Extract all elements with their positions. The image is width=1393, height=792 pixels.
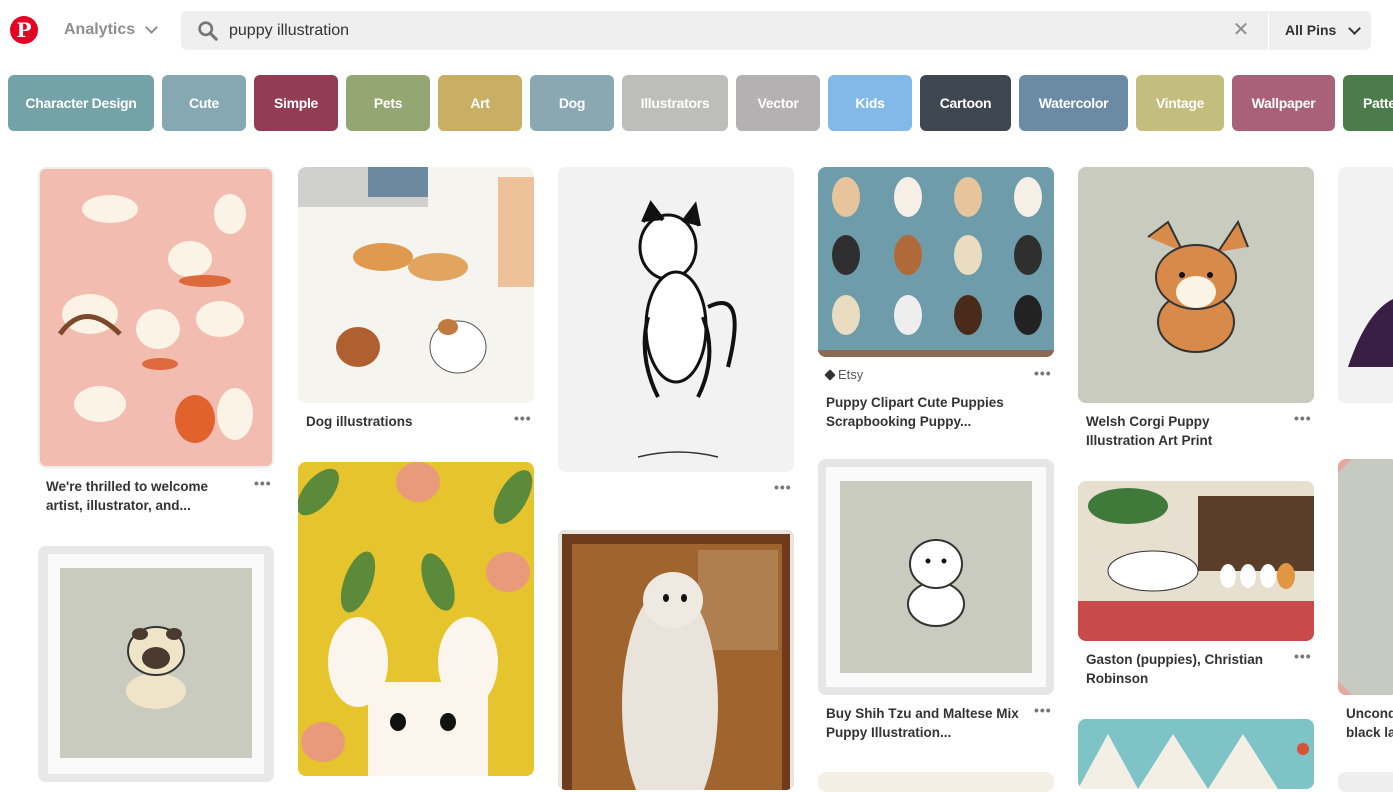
guide-chip[interactable]: Cute [162, 75, 246, 131]
more-options-icon[interactable]: ••• [1034, 365, 1052, 381]
tag-icon [824, 368, 836, 381]
source-label: Etsy [838, 367, 864, 382]
more-options-icon[interactable]: ••• [1294, 648, 1312, 664]
pin-image[interactable] [818, 459, 1054, 695]
more-options-icon[interactable]: ••• [1034, 702, 1052, 718]
all-pins-dropdown[interactable]: All Pins [1285, 11, 1362, 50]
mountain-illustration [1078, 719, 1314, 789]
pin-image[interactable] [1078, 167, 1314, 403]
pin-image[interactable] [1078, 481, 1314, 641]
pin-image[interactable] [1338, 459, 1393, 695]
search-icon [198, 21, 218, 41]
guide-chip[interactable]: Wallpaper [1232, 75, 1335, 131]
pin-image[interactable] [298, 167, 534, 403]
pin-title[interactable]: We're thrilled to welcome artist, illust… [46, 477, 241, 515]
poodle-puppies-painting [1078, 481, 1314, 641]
guide-chip[interactable]: Dog [530, 75, 614, 131]
pin-image[interactable] [1338, 167, 1393, 403]
guide-chip[interactable]: Vector [736, 75, 820, 131]
ghost-creature-painting [558, 530, 794, 790]
pin-image[interactable] [558, 167, 794, 472]
guide-chip[interactable]: Pets [346, 75, 430, 131]
guide-chip[interactable]: Vintage [1136, 75, 1224, 131]
corgi-illustration [1078, 167, 1314, 403]
pug-illustration [48, 554, 264, 774]
partial-illustration [1338, 459, 1393, 695]
pin-title[interactable]: Welsh Corgi Puppy Illustration Art Print [1086, 412, 1281, 450]
clear-search-icon[interactable]: ✕ [1231, 20, 1251, 40]
search-guides: Character Design Cute Simple Pets Art Do… [8, 75, 1393, 131]
pin-image[interactable] [38, 546, 274, 782]
more-options-icon[interactable]: ••• [1294, 410, 1312, 426]
guide-chip[interactable]: Illustrators [622, 75, 728, 131]
guide-chip[interactable]: Cartoon [920, 75, 1011, 131]
guide-chip[interactable]: Watercolor [1019, 75, 1128, 131]
pin-title[interactable]: Puppy Clipart Cute Puppies Scrapbooking … [826, 393, 1021, 431]
analytics-dropdown[interactable]: Analytics [64, 21, 159, 39]
watercolor-dogs-sketch [298, 167, 534, 403]
chevron-down-icon [1348, 21, 1362, 35]
puppy-clipart-grid [818, 167, 1054, 357]
guide-chip[interactable]: Patte [1343, 75, 1393, 131]
pin-image[interactable] [558, 530, 794, 790]
bunny-leaves-illustration [298, 462, 534, 776]
pin-source[interactable]: Etsy [824, 367, 864, 382]
all-pins-label: All Pins [1285, 22, 1337, 38]
guide-chip[interactable]: Simple [254, 75, 338, 131]
pin-image[interactable] [298, 462, 534, 776]
analytics-label: Analytics [64, 21, 136, 38]
search-bar: ✕ All Pins [181, 11, 1371, 50]
search-divider [1268, 11, 1269, 50]
ink-dog-sketch [558, 167, 794, 472]
guide-chip[interactable]: Kids [828, 75, 912, 131]
pin-title[interactable]: Uncond black la [1346, 704, 1393, 742]
pinterest-logo[interactable]: P [10, 16, 38, 44]
french-bulldog-illustration [44, 173, 272, 466]
pin-image[interactable] [818, 772, 1054, 792]
pin-title[interactable]: Buy Shih Tzu and Maltese Mix Puppy Illus… [826, 704, 1021, 742]
partial-illustration [1338, 167, 1393, 403]
pin-title[interactable]: Dog illustrations [306, 412, 501, 431]
guide-chip[interactable]: Character Design [8, 75, 154, 131]
top-header: P Analytics ✕ All Pins [0, 0, 1393, 62]
more-options-icon[interactable]: ••• [254, 475, 272, 491]
search-input[interactable] [229, 11, 1209, 50]
more-options-icon[interactable]: ••• [514, 410, 532, 426]
more-options-icon[interactable]: ••• [774, 479, 792, 495]
guide-chip[interactable]: Art [438, 75, 522, 131]
pin-title[interactable]: Gaston (puppies), Christian Robinson [1086, 650, 1281, 688]
pin-image[interactable] [818, 167, 1054, 357]
pin-image[interactable] [1338, 772, 1393, 792]
pin-image[interactable] [38, 167, 274, 468]
chevron-down-icon [145, 21, 159, 34]
pin-image[interactable] [1078, 719, 1314, 789]
shih-tzu-illustration [826, 467, 1046, 687]
